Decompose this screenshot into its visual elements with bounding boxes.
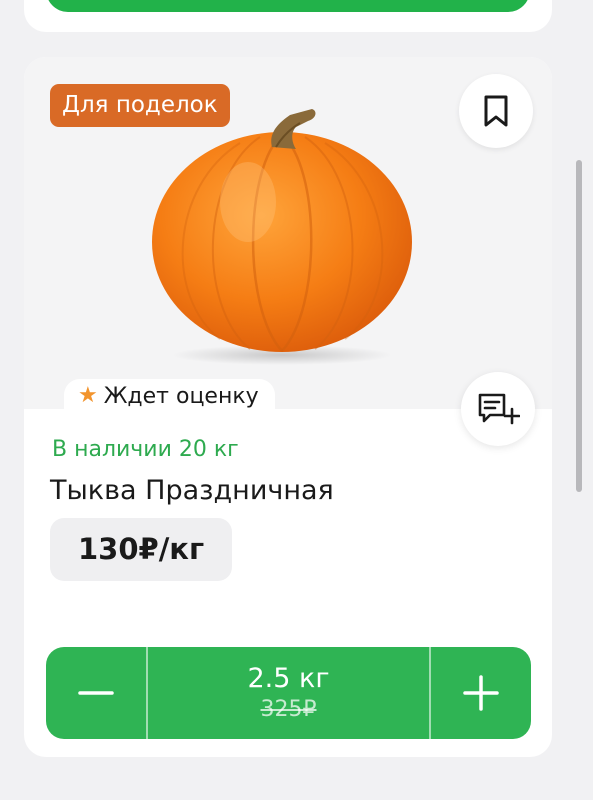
product-price: 130₽/кг — [50, 518, 233, 581]
product-title[interactable]: Тыква Праздничная — [50, 475, 334, 506]
rating-status[interactable]: ★ Ждет оценку — [64, 379, 275, 413]
bookmark-button[interactable] — [459, 74, 533, 148]
product-image — [152, 109, 412, 365]
product-tag-badge: Для поделок — [50, 84, 230, 127]
quantity-display[interactable]: 2.5 кг 325₽ — [146, 647, 431, 739]
quantity-value: 2.5 кг — [247, 663, 330, 694]
star-icon: ★ — [78, 383, 98, 408]
bookmark-icon — [484, 95, 508, 127]
add-review-button[interactable] — [461, 372, 535, 446]
review-add-icon — [478, 393, 520, 425]
product-image-area[interactable]: Для поделок — [24, 57, 552, 409]
rating-status-label: Ждет оценку — [103, 383, 259, 409]
app-viewport: Для поделок ★ Ждет оценку В наличии 20 к… — [0, 0, 593, 800]
quantity-old-price: 325₽ — [260, 697, 317, 722]
previous-product-card — [24, 0, 552, 32]
quantity-stepper: 2.5 кг 325₽ — [46, 647, 531, 739]
previous-card-add-button[interactable] — [46, 0, 530, 12]
plus-icon — [463, 675, 499, 711]
stock-status: В наличии 20 кг — [52, 437, 239, 462]
minus-icon — [78, 691, 114, 695]
scrollbar[interactable] — [576, 160, 582, 492]
product-card[interactable]: Для поделок ★ Ждет оценку В наличии 20 к… — [24, 57, 552, 757]
decrease-quantity-button[interactable] — [46, 647, 146, 739]
increase-quantity-button[interactable] — [431, 647, 531, 739]
